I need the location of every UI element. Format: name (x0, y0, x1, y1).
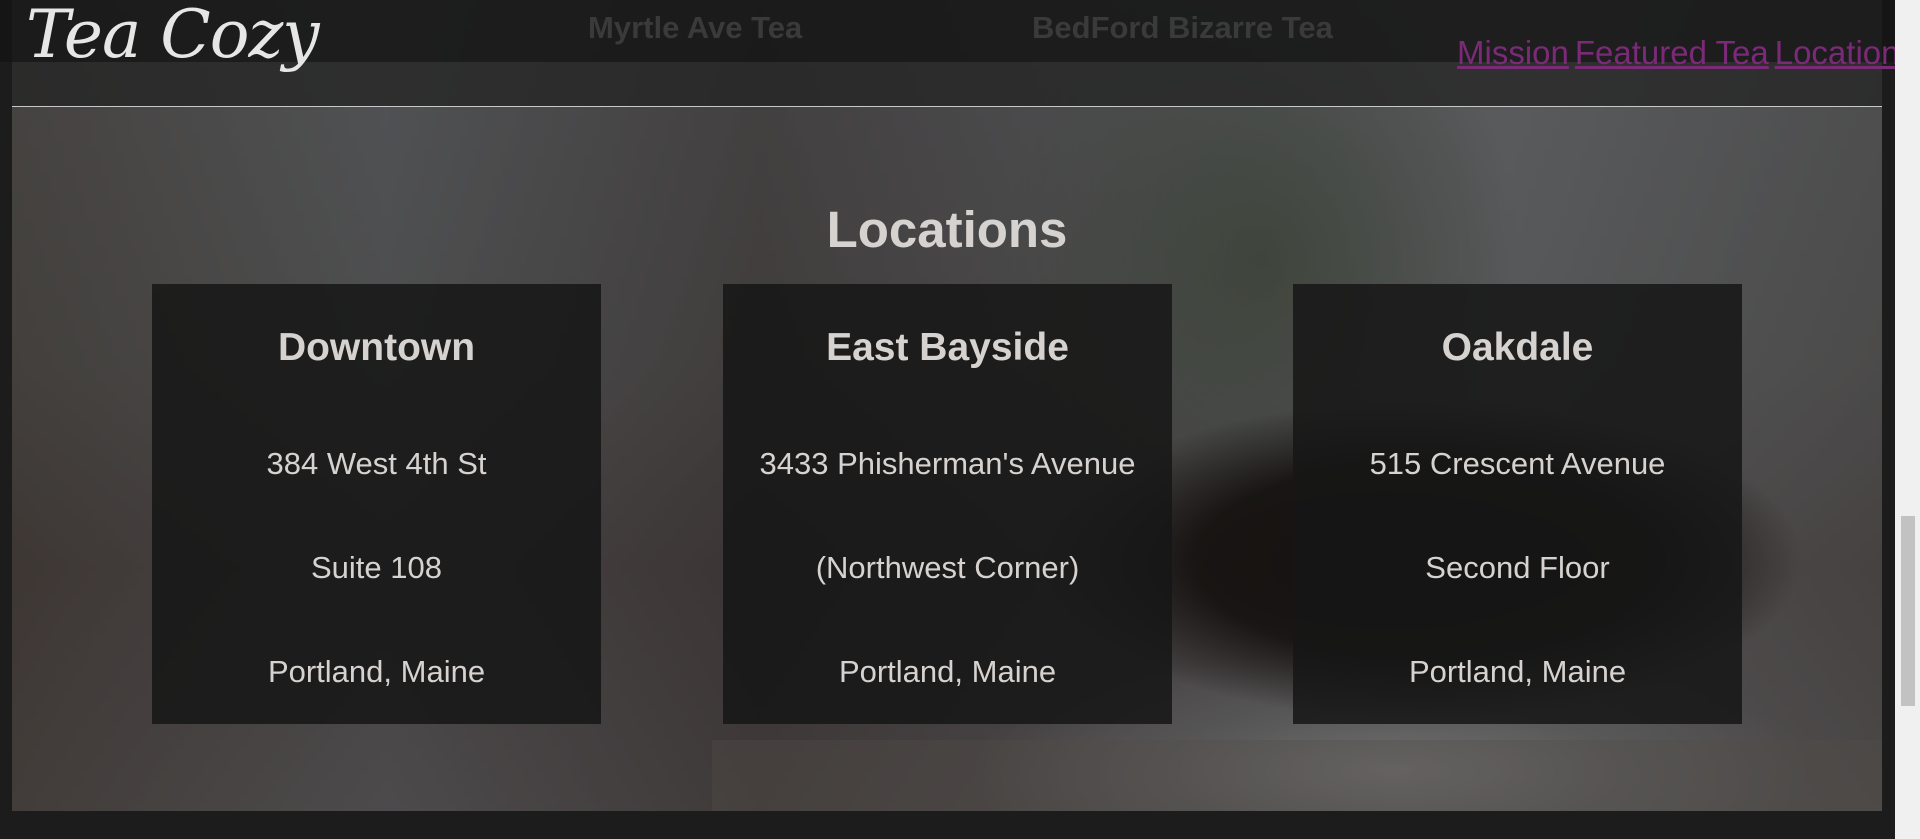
location-unit: Second Floor (1425, 550, 1610, 585)
location-street: 515 Crescent Avenue (1369, 446, 1666, 481)
location-street: 384 West 4th St (266, 446, 487, 481)
location-unit: Suite 108 (311, 550, 442, 585)
nav-links: MissionFeatured TeaLocations (1457, 34, 1895, 72)
scrollbar-thumb[interactable] (1901, 516, 1915, 706)
left-edge-strip (0, 0, 12, 839)
nav-link-featured-tea[interactable]: Featured Tea (1575, 34, 1769, 71)
location-name: East Bayside (826, 326, 1069, 369)
location-name: Oakdale (1441, 326, 1594, 369)
location-street: 3433 Phisherman's Avenue (759, 446, 1136, 481)
nav-ghost-item-myrtle: Myrtle Ave Tea (588, 10, 803, 45)
location-card-downtown: Downtown 384 West 4th St Suite 108 Portl… (152, 284, 601, 724)
page-viewport: Tea Cozy Myrtle Ave Tea BedFord Bizarre … (0, 0, 1920, 839)
location-city: Portland, Maine (267, 654, 486, 689)
bottom-edge-strip (0, 811, 1895, 839)
location-card-east-bayside: East Bayside 3433 Phisherman's Avenue (N… (723, 284, 1172, 724)
location-city: Portland, Maine (838, 654, 1057, 689)
tea-cozy-logo[interactable]: Tea Cozy (26, 0, 320, 73)
vertical-scrollbar[interactable] (1895, 0, 1920, 839)
nav-link-mission[interactable]: Mission (1457, 34, 1569, 71)
locations-title: Locations (826, 201, 1068, 258)
location-unit: (Northwest Corner) (815, 550, 1080, 585)
location-name: Downtown (277, 326, 476, 369)
nav-ghost-item-bedford: BedFord Bizarre Tea (1032, 10, 1333, 45)
nav-link-locations[interactable]: Locations (1775, 34, 1895, 71)
location-city: Portland, Maine (1408, 654, 1627, 689)
location-card-oakdale: Oakdale 515 Crescent Avenue Second Floor… (1293, 284, 1742, 724)
